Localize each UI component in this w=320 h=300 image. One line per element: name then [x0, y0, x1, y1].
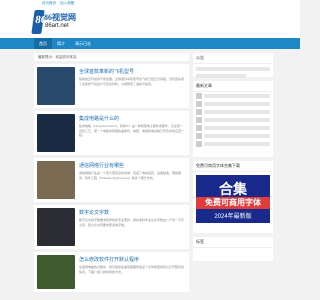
banner-small-text: 2024年最新版 — [214, 214, 252, 220]
list-thumb — [196, 133, 202, 139]
announcement-block: 公告 — [193, 53, 273, 78]
font-banner-block: 免费可商用字体合集下载 合集 免费可商用字体 2024年最新版 — [193, 161, 273, 233]
article-card: 集成电路是什么的 集成电路（Integrated Circuit，简称IC）是一… — [34, 111, 189, 155]
logo-mark: 86 — [31, 10, 47, 34]
font-banner[interactable]: 合集 免费可商用字体 2024年最新版 — [196, 175, 270, 223]
tag-heading: 标签 — [193, 237, 273, 248]
list-thumb — [196, 93, 202, 99]
list-item[interactable] — [193, 116, 273, 124]
list-item[interactable] — [193, 108, 273, 116]
article-excerpt: 随着航空科技的不断发展，全球首款革新型号的飞机已经正式亮相，该机型采用了全新的气… — [79, 77, 185, 86]
banner-big-text: 合集 — [219, 181, 247, 197]
nav-item-home[interactable]: 首页 — [34, 38, 52, 49]
latest-block: 最新文章 — [193, 81, 273, 157]
article-excerpt: 数字论文的字数要求因学校和专业而异，通常本科毕业论文字数在八千到一万字之间，硕士… — [79, 218, 185, 227]
main-nav: 首页 简介 演示日志 — [0, 38, 300, 49]
article-card: 全球首款革新的飞机型号 随着航空科技的不断发展，全球首款革新型号的飞机已经正式亮… — [34, 64, 189, 108]
notice-text: 最新提示：欢迎访问本站 — [38, 55, 77, 59]
logo-title: 86视觉网 — [44, 13, 76, 22]
article-excerpt: 集成电路（Integrated Circuit，简称IC）是一种微型电子器件或部… — [79, 124, 185, 137]
article-card: 通信网络行业有哪些 通信网络行业是一个庞大而复杂的领域，包括了电信运营、设备制造… — [34, 158, 189, 202]
article-excerpt: 通信网络行业是一个庞大而复杂的领域，包括了电信运营、设备制造、网络服务、软件工程… — [79, 171, 182, 180]
article-card: 怎么修改软件打开默认程序 在使用电脑的过程中，我们经常会遇到需要修改某个文件类型… — [34, 252, 189, 292]
article-thumbnail[interactable] — [37, 114, 75, 152]
list-thumb — [196, 117, 202, 123]
latest-heading: 最新文章 — [193, 81, 273, 92]
list-item[interactable] — [193, 100, 273, 108]
site-logo[interactable]: 86 86视觉网 86art.net — [31, 10, 83, 36]
list-thumb — [196, 141, 202, 147]
article-thumbnail[interactable] — [37, 208, 75, 246]
list-thumb — [196, 109, 202, 115]
set-homepage-link[interactable]: 设为首页 — [42, 1, 56, 6]
article-title[interactable]: 怎么修改软件打开默认程序 — [79, 256, 139, 263]
announcement-line — [196, 74, 246, 78]
notice-bar: 最新提示：欢迎访问本站 — [34, 53, 189, 61]
article-title[interactable]: 集成电路是什么的 — [79, 115, 119, 122]
article-thumbnail[interactable] — [37, 161, 75, 199]
favorite-link[interactable]: 加入收藏 — [60, 1, 74, 6]
list-item[interactable] — [193, 92, 273, 100]
article-excerpt: 在使用电脑的过程中，我们经常会遇到需要修改某个文件类型的默认打开程序的情况，下面… — [79, 265, 185, 274]
list-item[interactable] — [193, 140, 273, 148]
article-thumbnail[interactable] — [37, 67, 75, 105]
article-title[interactable]: 通信网络行业有哪些 — [79, 162, 124, 169]
list-item[interactable] — [193, 124, 273, 132]
announcement-line — [196, 67, 270, 71]
top-bar: 设为首页 加入收藏 — [0, 0, 300, 8]
article-title[interactable]: 数字论文字数 — [79, 209, 109, 216]
logo-domain: 86art.net — [45, 23, 69, 29]
banner-mid-text: 免费可商用字体 — [196, 197, 270, 209]
sidebar: 公告 最新文章 免费可商用字体合集下载 合集 免费可商用字体 2024年最新版 … — [193, 53, 273, 265]
font-banner-heading: 免费可商用字体合集下载 — [193, 161, 273, 172]
nav-item-log[interactable]: 演示日志 — [70, 38, 96, 49]
announcement-heading: 公告 — [193, 53, 273, 64]
nav-item-about[interactable]: 简介 — [52, 38, 70, 49]
article-title[interactable]: 全球首款革新的飞机型号 — [79, 68, 134, 75]
top-links: 设为首页 加入收藏 — [42, 1, 74, 6]
list-thumb — [196, 125, 202, 131]
list-item[interactable] — [193, 132, 273, 140]
list-thumb — [196, 101, 202, 107]
tag-block: 标签 — [193, 237, 273, 261]
article-card: 数字论文字数 数字论文的字数要求因学校和专业而异，通常本科毕业论文字数在八千到一… — [34, 205, 189, 249]
article-list: 全球首款革新的飞机型号 随着航空科技的不断发展，全球首款革新型号的飞机已经正式亮… — [34, 64, 189, 295]
article-thumbnail[interactable] — [37, 255, 75, 289]
